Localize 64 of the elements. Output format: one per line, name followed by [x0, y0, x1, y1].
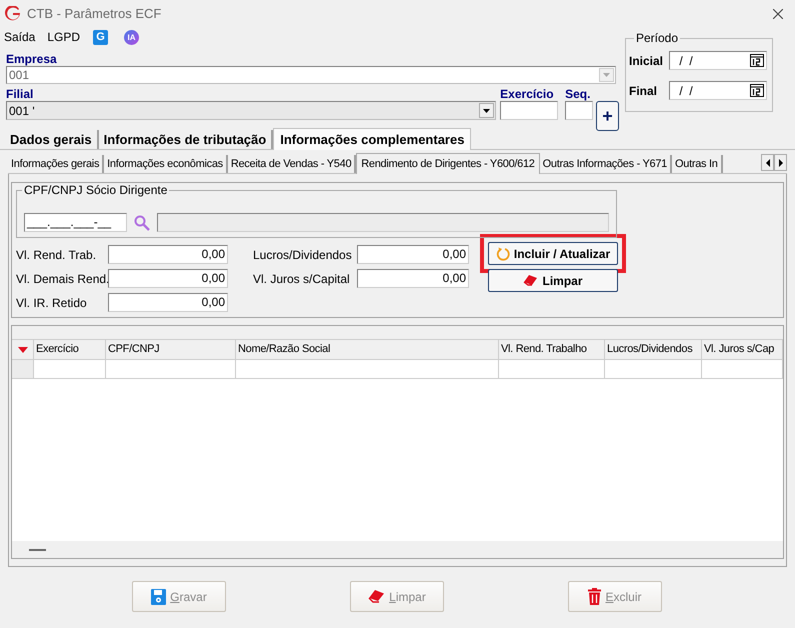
field-label: Vl. IR. Retido	[16, 294, 88, 312]
amount-field[interactable]: 0,00	[357, 245, 469, 264]
tab[interactable]: Outras In	[672, 155, 723, 173]
company-field[interactable]: 001	[6, 66, 616, 84]
tab[interactable]: Informações gerais	[8, 155, 104, 173]
save-icon	[151, 588, 166, 604]
field-label: Exercício	[500, 86, 555, 101]
eraser-icon	[523, 274, 538, 287]
column-header[interactable]: CPF/CNPJ	[106, 340, 236, 359]
action-button[interactable]: Incluir / Atualizar	[488, 242, 618, 265]
amount-field[interactable]: 0,00	[108, 269, 228, 288]
close-icon	[773, 9, 783, 19]
column-header[interactable]: Exercício	[34, 340, 106, 359]
field-label: Filial	[6, 86, 34, 101]
logo-icon	[5, 6, 21, 22]
g-menu-icon[interactable]: G	[93, 30, 108, 44]
field-label: Vl. Juros s/Capital	[253, 270, 351, 288]
eraser-icon	[368, 589, 386, 604]
field-label: Seq.	[565, 86, 592, 101]
action-button[interactable]: Limpar	[488, 269, 618, 292]
amount-field[interactable]: 0,00	[108, 293, 228, 312]
column-header[interactable]: Nome/Razão Social	[236, 340, 499, 359]
tab[interactable]: Dados gerais	[5, 130, 99, 149]
date-field[interactable]: / /	[669, 81, 767, 100]
window-title: CTB - Parâmetros ECF	[27, 5, 162, 24]
footer-dash	[29, 548, 46, 550]
tab[interactable]: Informações econômicas	[104, 155, 228, 173]
tab[interactable]: Rendimento de Dirigentes - Y600/612	[356, 153, 540, 174]
dropdown-arrow-icon	[483, 108, 490, 112]
field-label: Empresa	[6, 51, 58, 66]
sort-indicator-icon	[18, 346, 28, 352]
branch-field[interactable]: 001 '	[6, 101, 496, 120]
field-label: Inicial	[629, 52, 664, 70]
cpf-field[interactable]: ___.___.___-__	[24, 213, 127, 232]
calendar-icon	[750, 84, 764, 97]
add-button[interactable]: +	[596, 101, 619, 131]
scroll-left-button[interactable]	[761, 154, 774, 171]
column-header[interactable]: Lucros/Dividendos	[605, 340, 702, 359]
dropdown-arrow-icon	[603, 73, 610, 77]
group-title: Período	[634, 32, 680, 45]
amount-field[interactable]: 0,00	[357, 269, 469, 288]
calendar-icon	[750, 54, 764, 67]
amount-field[interactable]: 0,00	[108, 245, 228, 264]
ia-menu-icon[interactable]: IA	[124, 30, 140, 44]
trash-icon	[588, 588, 602, 605]
tab[interactable]: Outras Informações - Y671	[540, 155, 672, 173]
column-header[interactable]: Vl. Rend. Trabalho	[499, 340, 605, 359]
date-field[interactable]: / /	[669, 51, 767, 70]
group-title: CPF/CNPJ Sócio Dirigente	[22, 184, 170, 197]
search-icon	[134, 214, 150, 230]
menu-item[interactable]: Saída	[3, 28, 36, 46]
tab[interactable]: Informações complementares	[273, 128, 472, 150]
field-label: Vl. Rend. Trab.	[16, 246, 98, 264]
left-arrow-icon	[764, 158, 770, 166]
field-label: Vl. Demais Rend.	[16, 270, 108, 288]
menu-item[interactable]: LGPD	[46, 28, 82, 46]
column-header[interactable]: Vl. Juros s/Cap	[702, 340, 783, 359]
refresh-icon	[496, 246, 510, 260]
year-field[interactable]	[500, 101, 558, 120]
field-label: Lucros/Dividendos	[253, 246, 353, 264]
right-arrow-icon	[778, 158, 784, 166]
scroll-right-button[interactable]	[774, 154, 787, 171]
field-label: Final	[629, 82, 658, 100]
sequence-field[interactable]	[565, 101, 594, 120]
